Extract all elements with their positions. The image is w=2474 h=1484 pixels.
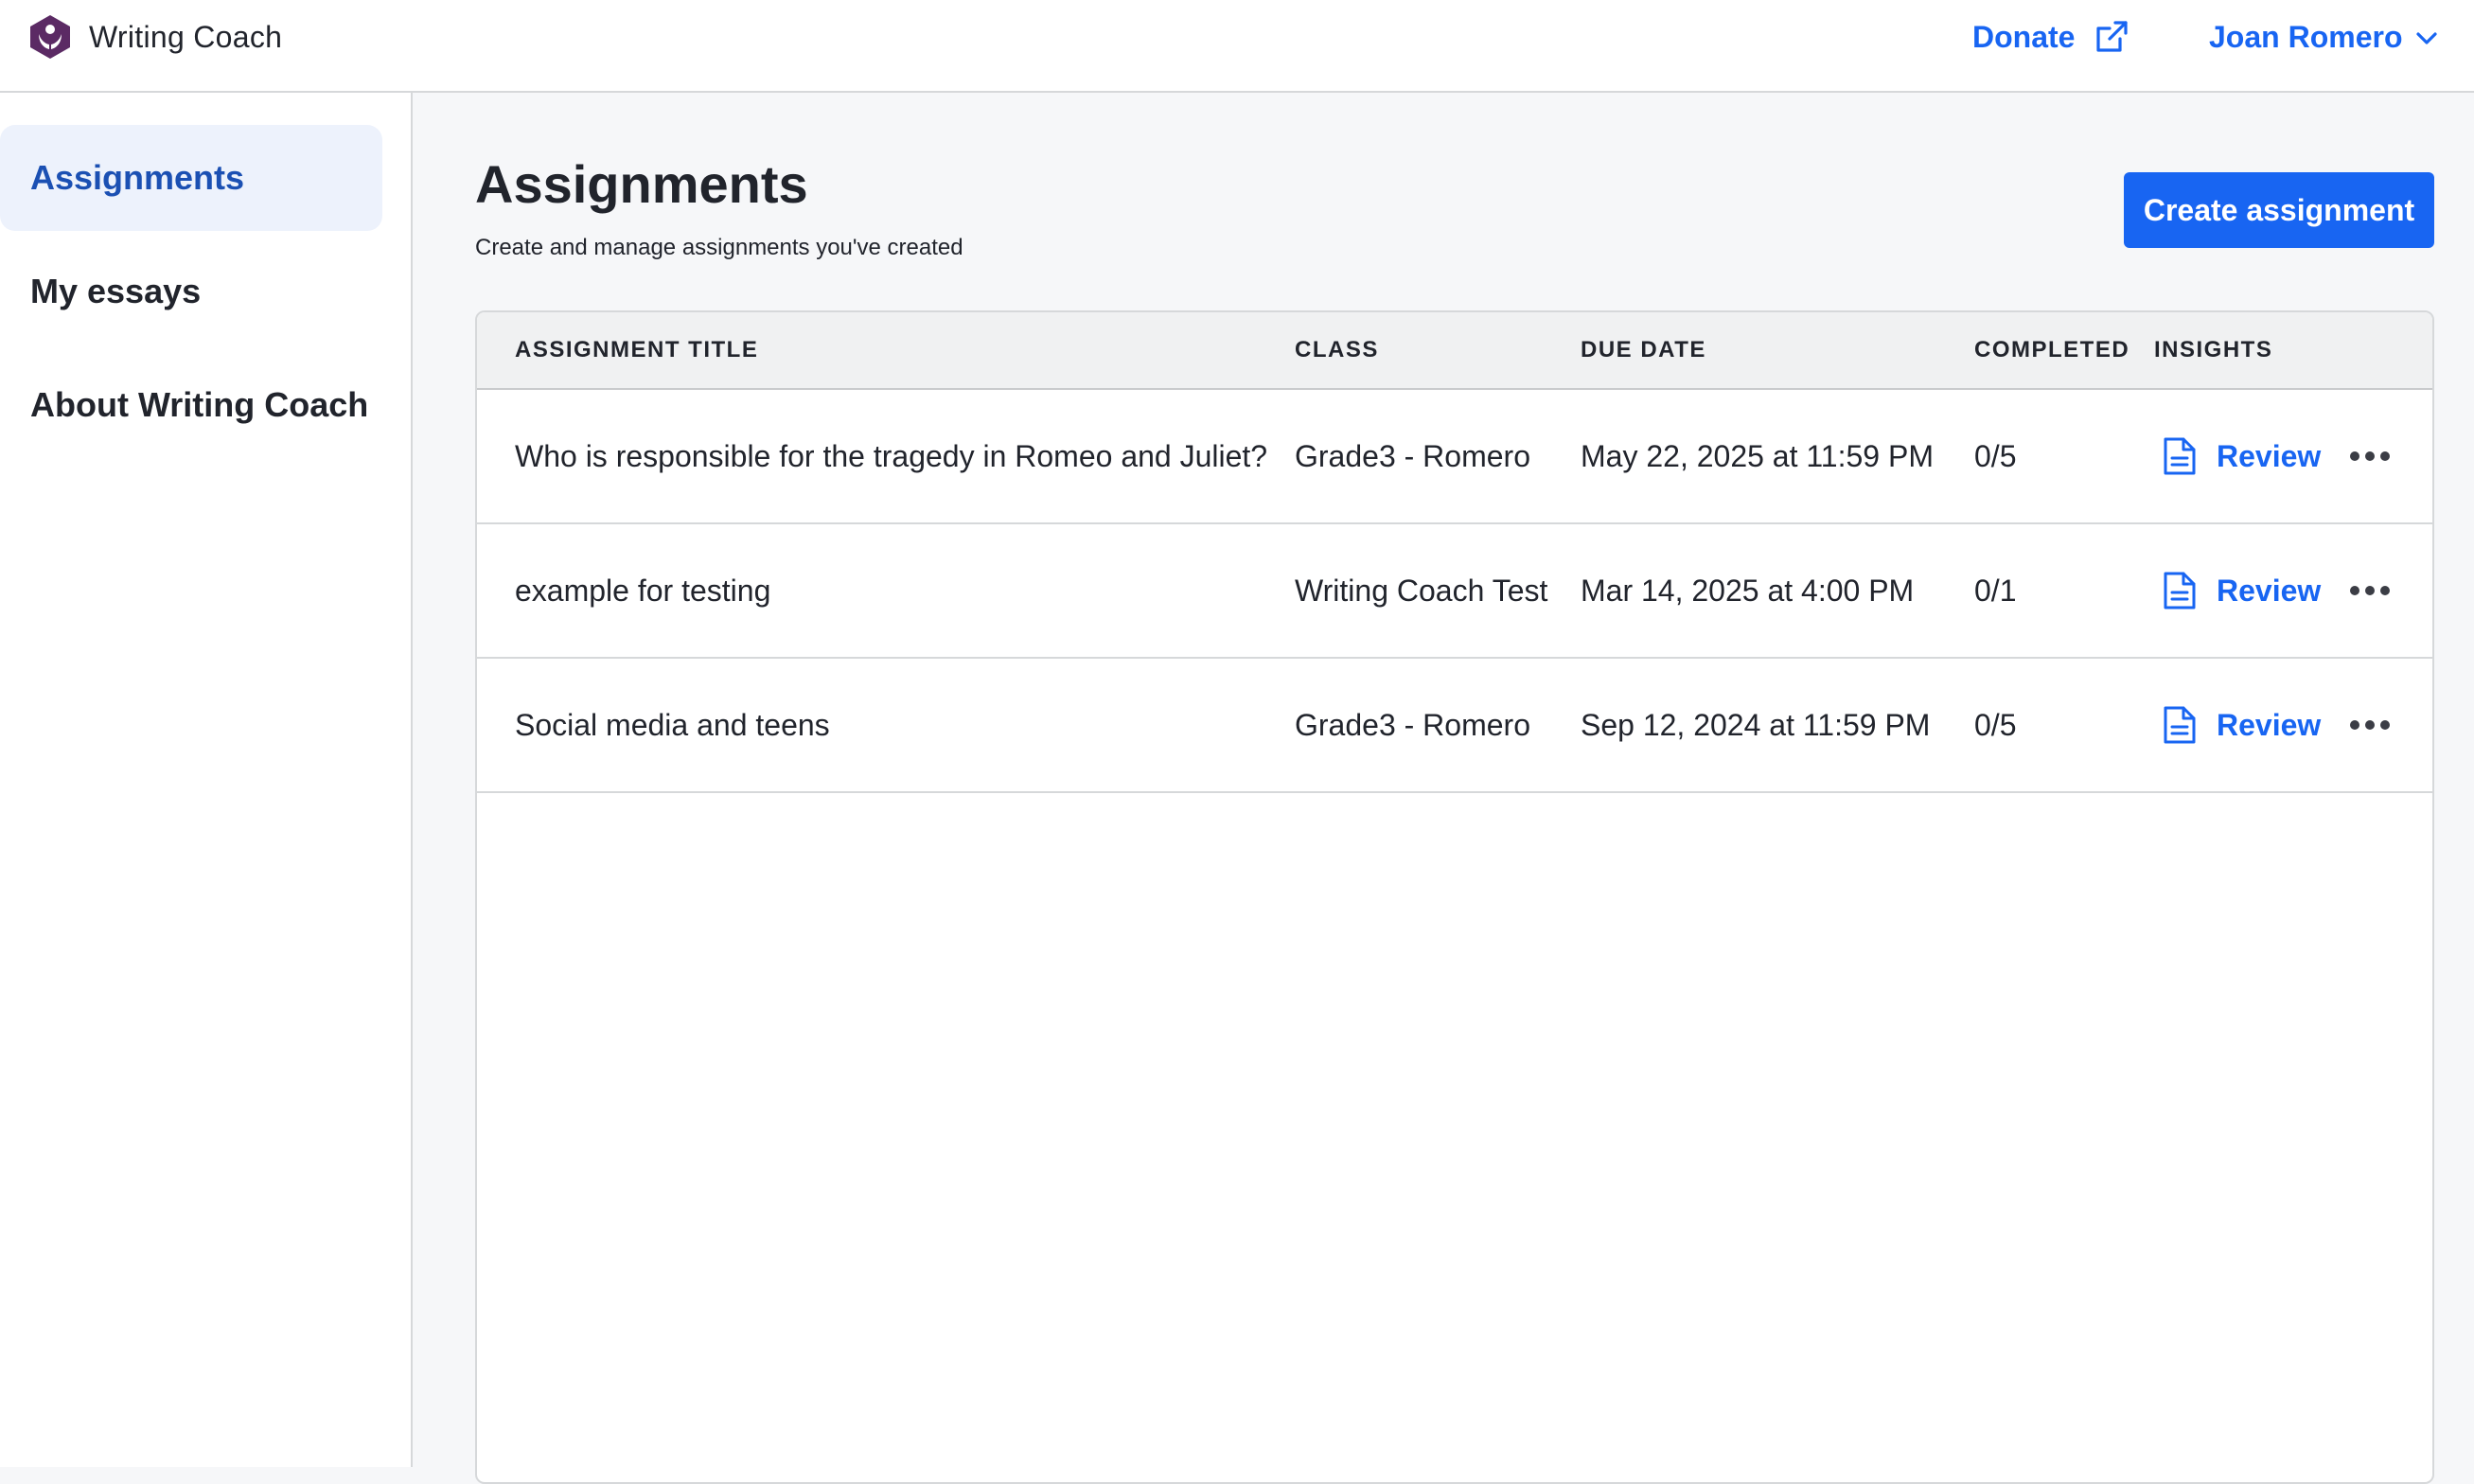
assignment-title[interactable]: Who is responsible for the tragedy in Ro… [515,390,1267,522]
assignment-class: Writing Coach Test [1295,573,1548,608]
column-header-assignment-title[interactable]: ASSIGNMENT TITLE [515,312,758,388]
review-link[interactable]: Review [2162,659,2321,791]
sidebar-item-about-writing-coach[interactable]: About Writing Coach [0,352,382,458]
document-icon [2162,705,2198,745]
assignment-class: Grade3 - Romero [1295,438,1530,473]
review-label: Review [2217,573,2322,608]
review-label: Review [2217,707,2322,742]
more-options-icon[interactable] [2347,702,2393,748]
document-icon [2162,436,2198,476]
review-link[interactable]: Review [2162,390,2321,522]
assignment-due-date: Mar 14, 2025 at 4:00 PM [1581,573,1915,608]
page-subtitle: Create and manage assignments you've cre… [475,235,963,260]
table-row[interactable]: example for testing Writing Coach Test M… [477,524,2432,659]
donate-link[interactable]: Donate [1972,15,2129,59]
app-name: Writing Coach [89,19,283,54]
assignment-title[interactable]: example for testing [515,524,770,657]
sidebar-item-my-essays[interactable]: My essays [0,238,382,344]
user-menu[interactable]: Joan Romero [2209,15,2440,59]
page-title: Assignments [475,154,808,214]
review-link[interactable]: Review [2162,524,2321,657]
sidebar-item-label: Assignments [30,158,245,197]
user-name: Joan Romero [2209,19,2403,54]
column-header-class[interactable]: CLASS [1295,312,1379,388]
sidebar-item-assignments[interactable]: Assignments [0,125,382,231]
table-row[interactable]: Social media and teens Grade3 - Romero S… [477,659,2432,793]
sidebar: Assignments My essays About Writing Coac… [0,93,413,1467]
donate-label: Donate [1972,19,2076,54]
document-icon [2162,571,2198,610]
more-options-icon[interactable] [2347,568,2393,613]
column-header-insights: INSIGHTS [2154,337,2273,362]
column-header-completed[interactable]: COMPLETED [1974,312,2129,388]
assignment-title[interactable]: Social media and teens [515,659,830,791]
assignment-completed: 0/5 [1974,707,2017,742]
khan-academy-logo-icon [28,13,72,61]
assignment-class: Grade3 - Romero [1295,707,1530,742]
assignment-due-date: May 22, 2025 at 11:59 PM [1581,438,1934,473]
assignment-completed: 0/1 [1974,573,2017,608]
assignments-table: ASSIGNMENT TITLE CLASS DUE DATE COMPLETE… [475,310,2434,1484]
table-row[interactable]: Who is responsible for the tragedy in Ro… [477,390,2432,524]
review-label: Review [2217,438,2322,473]
sidebar-item-label: My essays [30,272,202,310]
table-header: ASSIGNMENT TITLE CLASS DUE DATE COMPLETE… [477,312,2432,390]
sidebar-item-label: About Writing Coach [30,385,369,424]
assignment-due-date: Sep 12, 2024 at 11:59 PM [1581,707,1931,742]
assignment-completed: 0/5 [1974,438,2017,473]
brand[interactable]: Writing Coach [28,13,282,61]
chevron-down-icon [2413,24,2440,50]
create-assignment-button[interactable]: Create assignment [2124,172,2434,248]
external-link-icon [2094,19,2129,55]
top-navigation-bar: Writing Coach Donate Joan Romero [0,0,2474,93]
more-options-icon[interactable] [2347,433,2393,479]
column-header-due-date[interactable]: DUE DATE [1581,312,1706,388]
